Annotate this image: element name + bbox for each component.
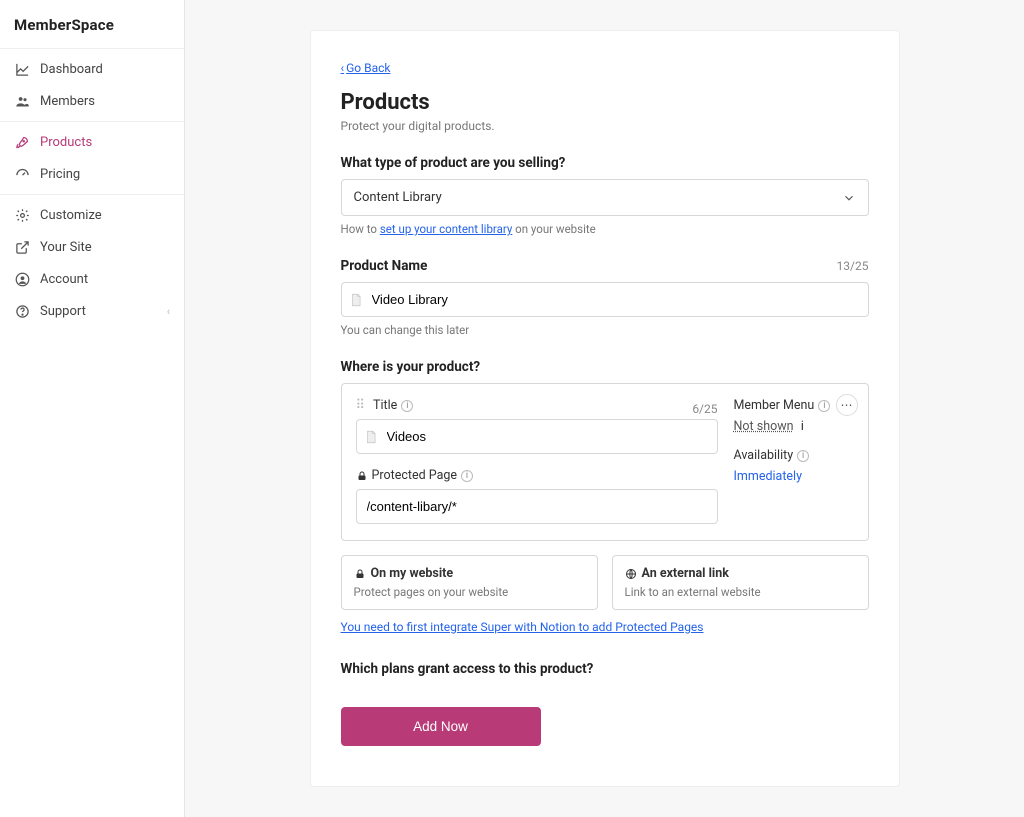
product-type-value: Content Library — [354, 190, 442, 205]
availability-value[interactable]: Immediately — [734, 469, 803, 484]
option-external-link[interactable]: An external link Link to an external web… — [612, 555, 869, 610]
nav-group-products: Products Pricing — [0, 122, 184, 195]
info-icon[interactable]: i — [461, 470, 473, 482]
info-icon[interactable]: i — [797, 450, 809, 462]
plans-access-label: Which plans grant access to this product… — [341, 661, 869, 677]
help-circle-icon — [14, 303, 30, 319]
sidebar-item-dashboard[interactable]: Dashboard — [0, 53, 184, 85]
lock-icon — [356, 470, 368, 482]
sidebar-item-account[interactable]: Account — [0, 263, 184, 295]
nav-group-main: Dashboard Members — [0, 49, 184, 122]
location-panel-left: ⠿ Title i 6/25 Protected Pa — [356, 398, 718, 524]
product-type-label: What type of product are you selling? — [341, 155, 869, 171]
sidebar-item-support[interactable]: Support ‹ — [0, 295, 184, 327]
option-subtitle: Link to an external website — [625, 585, 856, 599]
setup-content-library-link[interactable]: set up your content library — [380, 222, 512, 236]
sidebar-item-label: Pricing — [40, 167, 80, 182]
page-icon — [364, 430, 378, 444]
sidebar-item-customize[interactable]: Customize — [0, 199, 184, 231]
sidebar-item-products[interactable]: Products — [0, 126, 184, 158]
chevron-left-icon: ‹ — [167, 305, 170, 318]
sidebar: MemberSpace Dashboard Members Products P… — [0, 0, 185, 817]
sidebar-item-label: Customize — [40, 208, 102, 223]
product-name-input[interactable] — [341, 282, 869, 317]
sidebar-item-pricing[interactable]: Pricing — [0, 158, 184, 190]
option-title: An external link — [642, 566, 729, 581]
title-field-label: ⠿ Title i — [356, 398, 414, 413]
info-icon[interactable]: i — [818, 400, 830, 412]
location-panel: ⠿ Title i 6/25 Protected Pa — [341, 383, 869, 541]
sidebar-item-label: Support — [40, 304, 86, 319]
protected-page-label: Protected Page i — [356, 468, 718, 483]
product-type-select[interactable]: Content Library — [341, 179, 869, 216]
add-now-button[interactable]: Add Now — [341, 707, 541, 746]
product-location-label: Where is your product? — [341, 359, 869, 375]
sidebar-item-label: Your Site — [40, 240, 92, 255]
drag-handle-icon[interactable]: ⠿ — [356, 398, 366, 413]
title-input[interactable] — [356, 419, 718, 454]
page-subtitle: Protect your digital products. — [341, 119, 869, 133]
more-options-button[interactable]: ⋯ — [836, 394, 858, 416]
product-name-helper: You can change this later — [341, 323, 869, 337]
product-name-counter: 13/25 — [837, 259, 869, 273]
protected-page-input[interactable] — [356, 489, 718, 524]
user-circle-icon — [14, 271, 30, 287]
info-icon[interactable]: i — [801, 419, 804, 434]
main-content: ‹ Go Back Products Protect your digital … — [185, 0, 1024, 817]
integrate-note-link[interactable]: You need to first integrate Super with N… — [341, 620, 704, 634]
sidebar-item-label: Account — [40, 272, 88, 287]
availability-label: Availability i — [734, 448, 854, 463]
chevron-left-icon: ‹ — [341, 61, 345, 75]
gear-icon — [14, 207, 30, 223]
sidebar-item-your-site[interactable]: Your Site — [0, 231, 184, 263]
sidebar-item-label: Members — [40, 94, 95, 109]
go-back-label: Go Back — [346, 61, 390, 75]
external-link-icon — [14, 239, 30, 255]
chart-line-icon — [14, 61, 30, 77]
gauge-icon — [14, 166, 30, 182]
product-name-label: Product Name 13/25 — [341, 258, 869, 274]
option-title: On my website — [371, 566, 454, 581]
option-subtitle: Protect pages on your website — [354, 585, 585, 599]
rocket-icon — [14, 134, 30, 150]
users-icon — [14, 93, 30, 109]
logo: MemberSpace — [0, 0, 184, 49]
option-on-my-website[interactable]: On my website Protect pages on your webs… — [341, 555, 598, 610]
sidebar-item-label: Products — [40, 135, 92, 150]
lock-icon — [354, 568, 366, 580]
chevron-down-icon — [842, 191, 856, 205]
info-icon[interactable]: i — [401, 400, 413, 412]
title-counter: 6/25 — [692, 402, 717, 416]
location-panel-right: ⋯ Member Menu i Not shown i Availability — [734, 398, 854, 524]
product-type-helper: How to set up your content library on yo… — [341, 222, 869, 236]
sidebar-item-label: Dashboard — [40, 62, 103, 77]
sidebar-item-members[interactable]: Members — [0, 85, 184, 117]
globe-icon — [625, 568, 637, 580]
member-menu-value[interactable]: Not shown — [734, 419, 794, 434]
go-back-link[interactable]: ‹ Go Back — [341, 61, 391, 75]
product-form-card: ‹ Go Back Products Protect your digital … — [310, 30, 900, 787]
page-icon — [349, 293, 363, 307]
page-title: Products — [341, 90, 869, 115]
nav-group-settings: Customize Your Site Account Support ‹ — [0, 195, 184, 331]
